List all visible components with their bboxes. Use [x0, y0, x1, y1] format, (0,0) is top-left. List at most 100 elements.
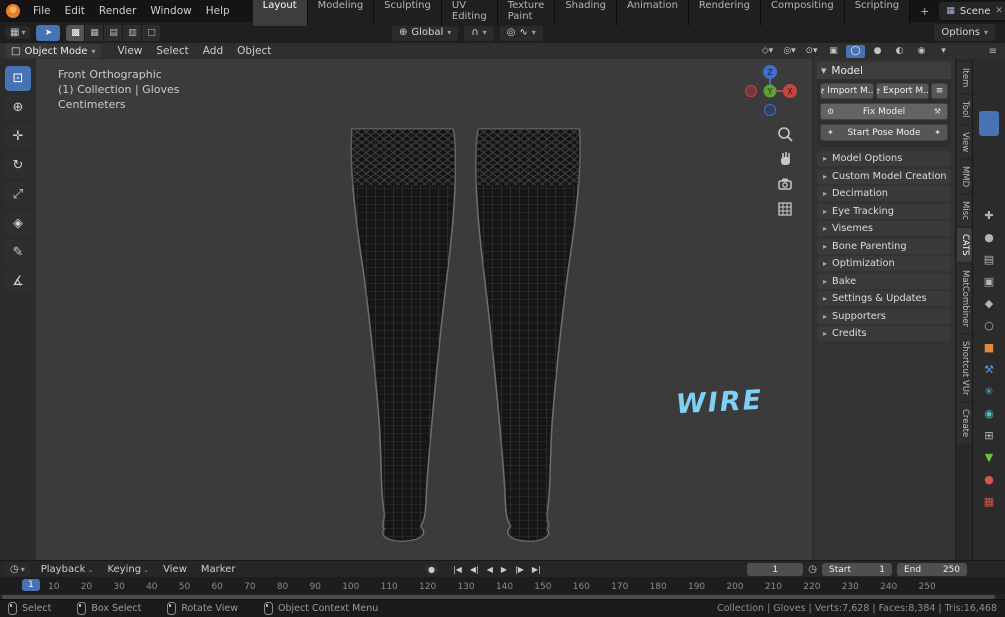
shading-options-dropdown[interactable]: ▾	[934, 45, 953, 58]
properties-header-icon[interactable]: ≡	[989, 46, 997, 57]
cats-section-row[interactable]: Model Options	[817, 151, 951, 166]
tool-measure[interactable]: ∡	[5, 269, 31, 294]
select-mode-intersect[interactable]: □	[142, 25, 161, 41]
props-tab-material[interactable]: ●	[984, 473, 994, 486]
workspace-tab[interactable]: Scripting	[845, 0, 910, 26]
topbar-menu-item[interactable]: Render	[92, 3, 143, 19]
sidebar-tab-mmd[interactable]: MMD	[957, 160, 972, 193]
editor-type-dropdown[interactable]: ▦ ▾	[5, 26, 30, 39]
props-tab-scene[interactable]: ◆	[985, 297, 993, 310]
timeline-menu-item[interactable]: Marker	[194, 564, 243, 575]
cats-section-row[interactable]: Bone Parenting	[817, 239, 951, 254]
active-tool-button[interactable]: ➤	[36, 25, 60, 41]
orientation-dropdown[interactable]: ⊕ Global ▾	[392, 24, 458, 41]
workspace-tab[interactable]: Texture Paint	[498, 0, 556, 26]
viewport-overlays-dropdown[interactable]: ⊙▾	[802, 45, 821, 58]
tool-rotate[interactable]: ↻	[5, 153, 31, 178]
tool-cursor[interactable]: ⊕	[5, 95, 31, 120]
sidebar-tab-matcombiner[interactable]: MatCombiner	[957, 264, 972, 333]
sidebar-tab-item[interactable]: Item	[957, 62, 972, 93]
tool-annotate[interactable]: ✎	[5, 240, 31, 265]
cats-section-row[interactable]: Credits	[817, 326, 951, 341]
timeline-editor-dropdown[interactable]: ◷ ▾	[5, 563, 30, 576]
tool-scale[interactable]: ⤢	[5, 182, 31, 207]
workspace-tab[interactable]: Modeling	[308, 0, 375, 26]
snap-toggle[interactable]: ∩ ▾	[464, 24, 493, 41]
shading-material-preview-icon[interactable]: ◐	[890, 45, 909, 58]
select-mode-invert[interactable]: ▥	[123, 25, 142, 41]
current-frame-field[interactable]: 1	[747, 563, 803, 576]
start-pose-mode-button[interactable]: ✦ Start Pose Mode ✦	[820, 124, 948, 141]
sidebar-tab-create[interactable]: Create	[957, 403, 972, 443]
workspace-tab[interactable]: Animation	[617, 0, 689, 26]
import-model-button[interactable]: ⚒ Import M...	[820, 83, 874, 99]
sidebar-tab-misc[interactable]: Misc	[957, 195, 972, 226]
sidebar-tab-tool[interactable]: Tool	[957, 95, 972, 124]
cats-section-row[interactable]: Optimization	[817, 256, 951, 271]
import-export-menu-button[interactable]: ≡	[931, 83, 948, 99]
workspace-tab[interactable]: Layout	[253, 0, 308, 26]
scene-unlink-icon[interactable]: ✕	[995, 6, 1003, 16]
topbar-menu-item[interactable]: Edit	[58, 3, 92, 19]
viewport-menu-item[interactable]: Add	[197, 45, 229, 57]
props-tab-physics[interactable]: ◉	[984, 407, 994, 420]
sidebar-tab-view[interactable]: View	[957, 126, 972, 158]
grid-ortho-icon[interactable]	[776, 200, 794, 218]
select-mode-set[interactable]: ▩	[66, 25, 85, 41]
workspace-tab[interactable]: Shading	[555, 0, 617, 26]
play-reverse-button[interactable]: ◀	[484, 564, 496, 575]
workspace-tab[interactable]: Rendering	[689, 0, 761, 26]
cats-section-row[interactable]: Bake	[817, 274, 951, 289]
tool-move[interactable]: ✛	[5, 124, 31, 149]
jump-to-start-button[interactable]: |◀	[450, 564, 465, 575]
workspace-tab[interactable]: Sculpting	[374, 0, 442, 26]
tool-transform[interactable]: ◈	[5, 211, 31, 236]
properties-active-indicator[interactable]	[979, 111, 999, 136]
props-tab-tool[interactable]: ✚	[984, 209, 993, 222]
scene-selector[interactable]: ▦ Scene ✕	[939, 2, 1005, 20]
viewport-menu-item[interactable]: Select	[150, 45, 194, 57]
workspace-tab[interactable]: Compositing	[761, 0, 845, 26]
options-dropdown[interactable]: Options ▾	[934, 24, 995, 41]
cats-section-row[interactable]: Supporters	[817, 309, 951, 324]
topbar-menu-item[interactable]: Window	[143, 3, 198, 19]
shading-solid-icon[interactable]: ●	[868, 45, 887, 58]
workspace-tab[interactable]: UV Editing	[442, 0, 498, 26]
fix-model-button[interactable]: ⚙ Fix Model ⚒	[820, 103, 948, 120]
shading-wireframe-icon[interactable]: ◯	[846, 45, 865, 58]
viewport-3d[interactable]: Front Orthographic(1) Collection | Glove…	[36, 59, 812, 560]
cats-section-row[interactable]: Custom Model Creation	[817, 169, 951, 184]
cats-section-row[interactable]: Decimation	[817, 186, 951, 201]
camera-view-icon[interactable]	[776, 175, 794, 193]
shading-rendered-icon[interactable]: ◉	[912, 45, 931, 58]
timeline-menu-item[interactable]: Playback	[34, 564, 101, 575]
props-tab-object-data[interactable]: ▼	[985, 451, 993, 464]
prev-keyframe-button[interactable]: ◀|	[467, 564, 482, 575]
props-tab-particles[interactable]: ✳	[984, 385, 993, 398]
play-button[interactable]: ▶	[498, 564, 510, 575]
timeline-menu-item[interactable]: View	[156, 564, 194, 575]
model-panel-header[interactable]: Model	[817, 62, 951, 79]
props-tab-object[interactable]: ■	[984, 341, 994, 354]
mode-dropdown[interactable]: □ Object Mode ▾	[5, 44, 101, 58]
object-type-visibility-dropdown[interactable]: ◇▾	[758, 45, 777, 58]
timeline-menu-item[interactable]: Keying	[100, 564, 156, 575]
cats-section-row[interactable]: Visemes	[817, 221, 951, 236]
jump-to-end-button[interactable]: ▶|	[529, 564, 544, 575]
viewport-menu-item[interactable]: Object	[231, 45, 277, 57]
props-tab-texture[interactable]: ▦	[984, 495, 994, 508]
topbar-menu-item[interactable]: File	[26, 3, 58, 19]
export-model-button[interactable]: ⚒ Export M...	[876, 83, 930, 99]
cats-section-row[interactable]: Settings & Updates	[817, 291, 951, 306]
props-tab-view-layer[interactable]: ▣	[984, 275, 994, 288]
zoom-icon[interactable]	[776, 125, 794, 143]
pan-hand-icon[interactable]	[776, 150, 794, 168]
timeline-ruler[interactable]: 1 10203040506070809010011012013014015016…	[0, 577, 1005, 594]
add-workspace-button[interactable]: +	[912, 3, 937, 20]
next-keyframe-button[interactable]: |▶	[512, 564, 527, 575]
frame-end-field[interactable]: End 250	[897, 563, 967, 576]
auto-keying-button[interactable]: ●	[425, 564, 438, 575]
blender-logo-icon[interactable]	[6, 4, 20, 18]
viewport-menu-item[interactable]: View	[111, 45, 148, 57]
topbar-menu-item[interactable]: Help	[199, 3, 237, 19]
